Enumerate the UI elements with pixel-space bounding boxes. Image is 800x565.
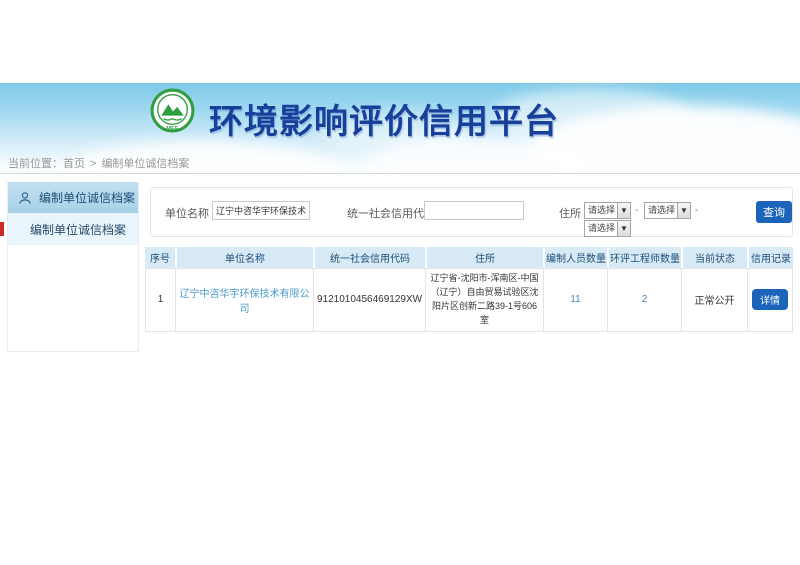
cell-credit-code: 9121010456469129XW	[314, 269, 426, 331]
address-text: 辽宁省-沈阳市-浑南区-中国（辽宁）自由贸易试验区沈阳片区创新二路39-1号60…	[428, 272, 541, 328]
credit-code-input[interactable]	[424, 201, 524, 220]
col-header-engineer-count: 环评工程师数量	[609, 247, 683, 268]
mee-logo-text: MEE	[166, 126, 178, 132]
sidebar: 编制单位诚信档案 编制单位诚信档案	[7, 182, 139, 352]
city-select-value: 请选择	[645, 203, 677, 218]
page-title: 环境影响评价信用平台	[209, 94, 559, 143]
city-select[interactable]: 请选择 ▼	[644, 202, 691, 219]
cell-credit-record: 详情	[748, 269, 792, 331]
col-header-unit-name: 单位名称	[177, 247, 315, 268]
district-select[interactable]: 请选择 ▼	[584, 220, 631, 237]
cell-engineer-count: 2	[608, 269, 682, 331]
breadcrumb-current: 编制单位诚信档案	[101, 158, 189, 170]
unit-name-link[interactable]: 辽宁中咨华宇环保技术有限公司	[178, 285, 311, 315]
col-header-staff-count: 编制人员数量	[545, 247, 609, 268]
col-header-status: 当前状态	[683, 247, 749, 268]
chevron-down-icon: ▼	[617, 221, 630, 236]
province-select[interactable]: 请选择 ▼	[584, 202, 631, 219]
mee-logo-icon: MEE	[150, 88, 195, 133]
cell-status: 正常公开	[682, 269, 748, 331]
active-item-marker	[0, 222, 4, 236]
staff-count-link[interactable]: 11	[570, 294, 580, 305]
col-header-address: 住所	[427, 247, 545, 268]
cell-unit-name: 辽宁中咨华宇环保技术有限公司	[176, 269, 314, 331]
breadcrumb-home-link[interactable]: 首页	[63, 158, 85, 170]
cell-index: 1	[146, 269, 176, 331]
sidebar-item-credit-archive[interactable]: 编制单位诚信档案	[8, 213, 138, 245]
table-header-row: 序号 单位名称 统一社会信用代码 住所 编制人员数量 环评工程师数量 当前状态 …	[145, 247, 793, 268]
table-row: 1 辽宁中咨华宇环保技术有限公司 9121010456469129XW 辽宁省-…	[145, 268, 793, 332]
results-table: 序号 单位名称 统一社会信用代码 住所 编制人员数量 环评工程师数量 当前状态 …	[145, 247, 793, 332]
unit-name-input[interactable]	[212, 201, 310, 220]
breadcrumb: 当前位置：首页 > 编制单位诚信档案	[8, 155, 189, 171]
sidebar-header: 编制单位诚信档案	[8, 182, 138, 213]
search-panel: 单位名称 ： 统一社会信用代码 ： 住所 ： 请选择 ▼ - 请选择 ▼ - 请…	[150, 187, 793, 237]
col-header-credit-record: 信用记录	[749, 247, 793, 268]
district-select-value: 请选择	[585, 221, 617, 236]
sidebar-item-label: 编制单位诚信档案	[30, 221, 126, 238]
province-select-value: 请选择	[585, 203, 617, 218]
cell-address: 辽宁省-沈阳市-浑南区-中国（辽宁）自由贸易试验区沈阳片区创新二路39-1号60…	[426, 269, 544, 331]
chevron-down-icon: ▼	[677, 203, 690, 218]
user-icon	[18, 191, 32, 205]
breadcrumb-separator: >	[90, 158, 96, 170]
select-dash: -	[695, 205, 698, 216]
col-header-index: 序号	[145, 247, 177, 268]
chevron-down-icon: ▼	[617, 203, 630, 218]
cell-staff-count: 11	[544, 269, 608, 331]
engineer-count-link[interactable]: 2	[642, 294, 648, 305]
breadcrumb-label: 当前位置：	[8, 158, 63, 170]
col-header-credit-code: 统一社会信用代码	[315, 247, 427, 268]
select-dash: -	[635, 205, 638, 216]
detail-button[interactable]: 详情	[752, 289, 788, 310]
sidebar-header-label: 编制单位诚信档案	[39, 189, 135, 206]
query-button[interactable]: 查询	[756, 201, 792, 223]
